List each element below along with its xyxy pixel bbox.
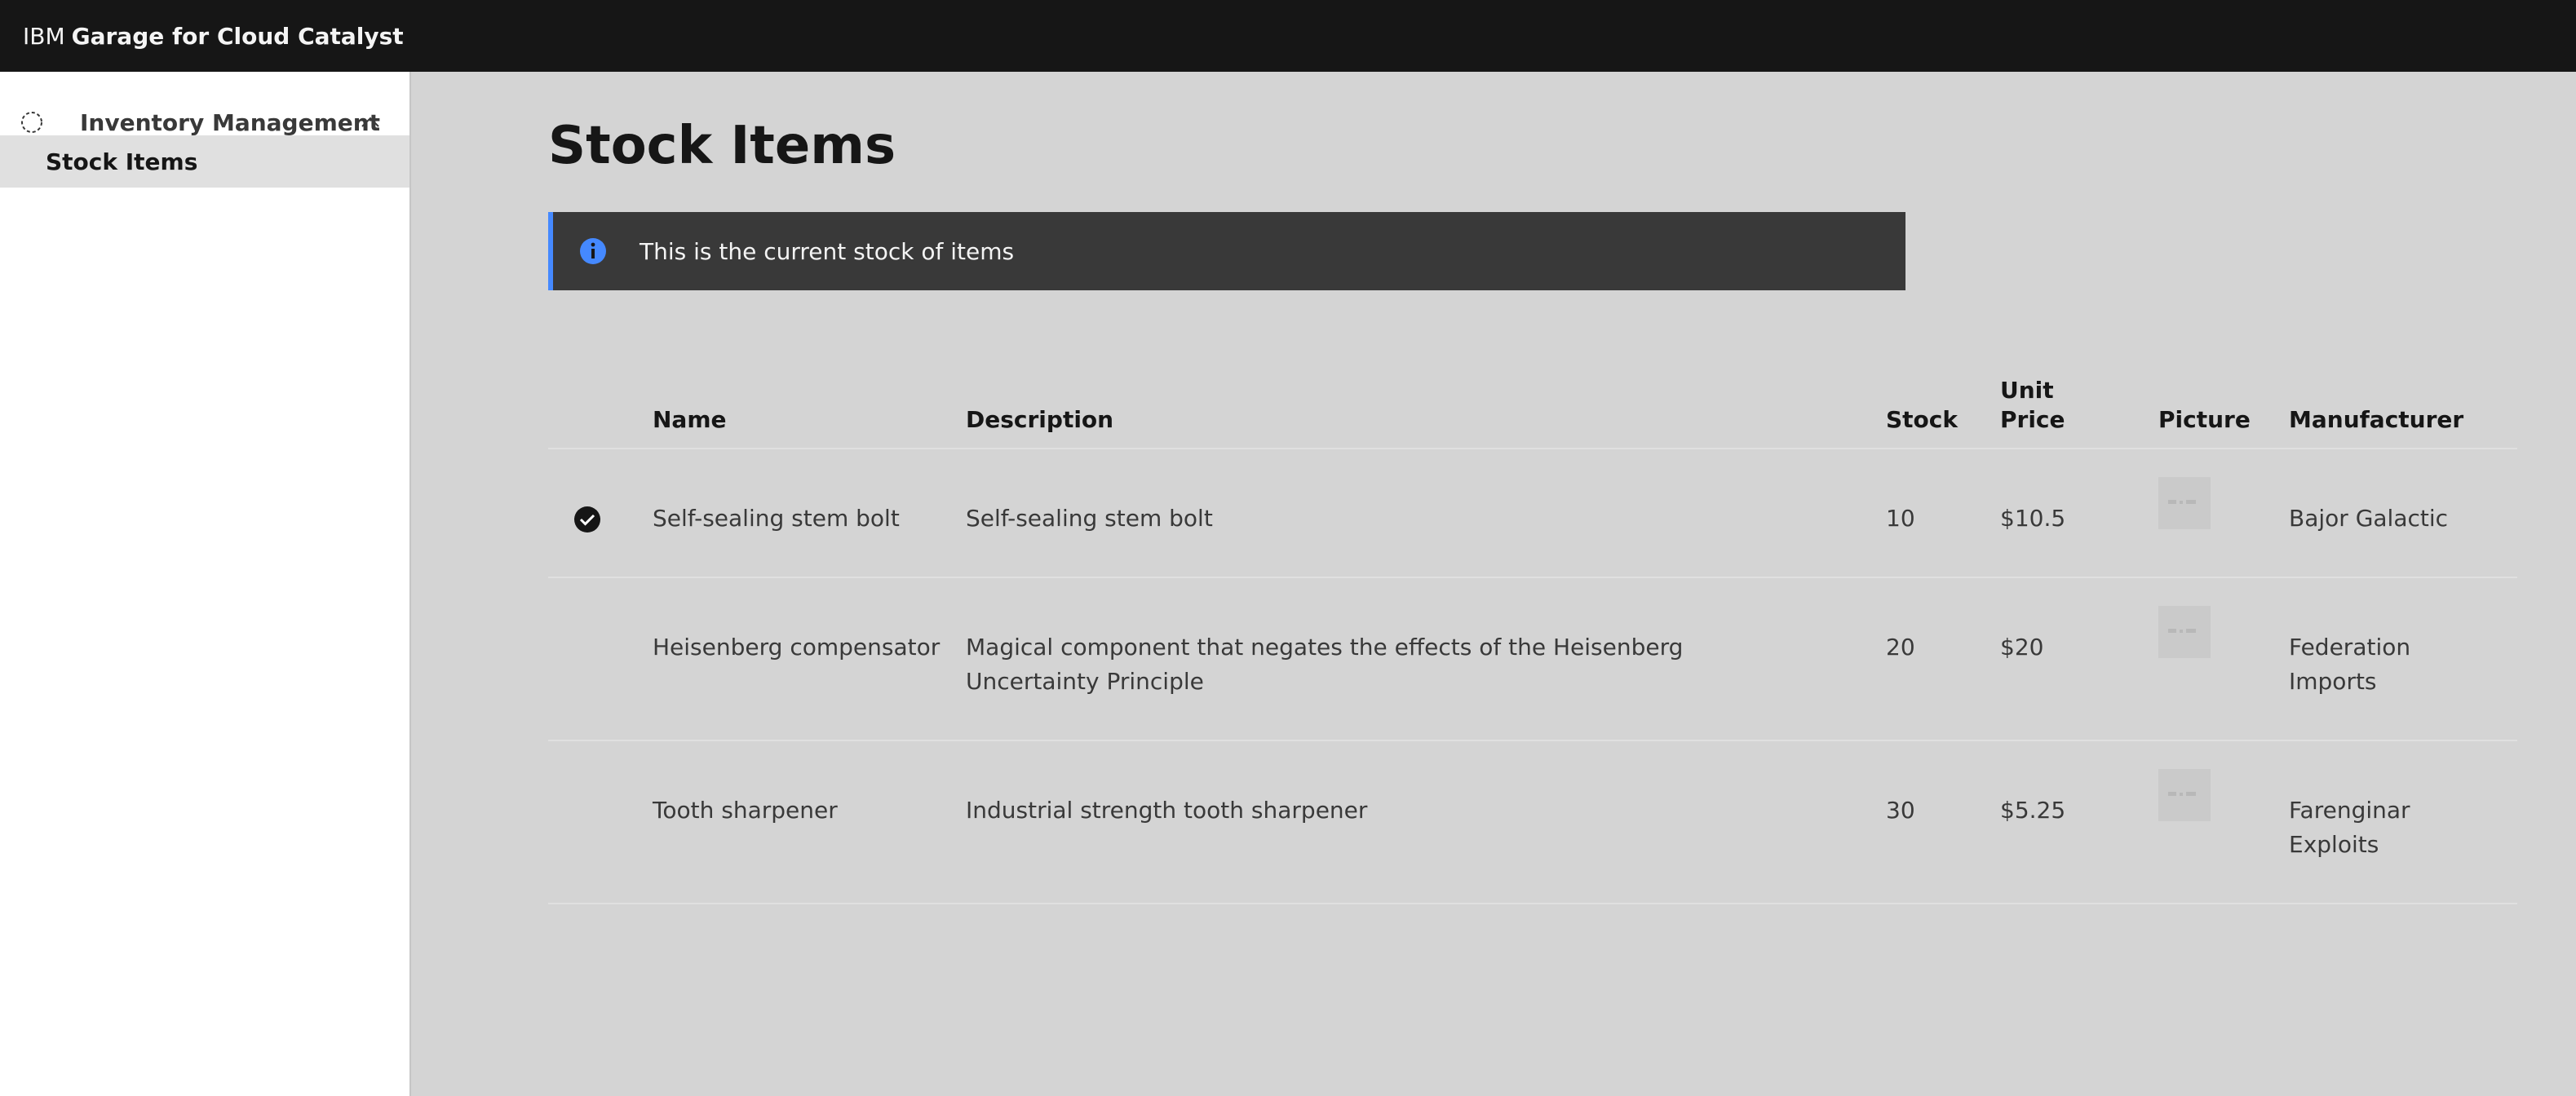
- row-select-cell[interactable]: [548, 577, 653, 741]
- cell-description: Self-sealing stem bolt: [966, 449, 1886, 578]
- cell-manufacturer: Bajor Galactic: [2289, 449, 2517, 578]
- cell-unit-price: $10.5: [2000, 449, 2158, 578]
- cell-manufacturer-text: Federation Imports: [2289, 634, 2411, 695]
- cell-unit-price: $20: [2000, 577, 2158, 741]
- cell-description: Industrial strength tooth sharpener: [966, 740, 1886, 904]
- header-manufacturer[interactable]: Manufacturer: [2289, 370, 2517, 449]
- row-select-cell[interactable]: [548, 449, 653, 578]
- cell-name: Heisenberg compensator: [653, 577, 966, 741]
- table-row[interactable]: Self-sealing stem bolt Self-sealing stem…: [548, 449, 2517, 578]
- checkmark-filled-icon[interactable]: [573, 505, 602, 534]
- app-header: IBM Garage for Cloud Catalyst: [0, 0, 2576, 72]
- table-row[interactable]: Heisenberg compensator Magical component…: [548, 577, 2517, 741]
- table-row[interactable]: Tooth sharpener Industrial strength toot…: [548, 740, 2517, 904]
- header-select: [548, 370, 653, 449]
- cell-stock: 30: [1886, 740, 2000, 904]
- cell-description-text: Magical component that negates the effec…: [966, 634, 1684, 695]
- side-nav: Inventory Management Stock Items: [0, 72, 411, 1096]
- header-stock[interactable]: Stock: [1886, 370, 2000, 449]
- brand-name[interactable]: Garage for Cloud Catalyst: [72, 23, 404, 50]
- cell-stock: 20: [1886, 577, 2000, 741]
- cell-description: Magical component that negates the effec…: [966, 577, 1886, 741]
- main-content: Stock Items This is the current stock of…: [548, 72, 2519, 1096]
- cell-manufacturer: Federation Imports: [2289, 577, 2517, 741]
- notification-text: This is the current stock of items: [640, 237, 1015, 265]
- image-placeholder-icon: [2168, 500, 2196, 504]
- header-picture[interactable]: Picture: [2158, 370, 2289, 449]
- cell-name: Tooth sharpener: [653, 740, 966, 904]
- brand-prefix[interactable]: IBM: [23, 23, 65, 50]
- loading-spinner-icon: [21, 112, 42, 133]
- nav-group-inventory-management[interactable]: Inventory Management: [0, 83, 409, 161]
- item-picture-thumbnail[interactable]: [2158, 769, 2211, 821]
- item-picture-thumbnail[interactable]: [2158, 477, 2211, 529]
- cell-stock: 10: [1886, 449, 2000, 578]
- info-notification: This is the current stock of items: [548, 212, 1905, 290]
- table-header-row: Name Description Stock Unit Price Pictur…: [548, 370, 2517, 449]
- nav-group-label: Inventory Management: [80, 108, 381, 136]
- info-icon: [580, 238, 606, 264]
- cell-manufacturer: Farenginar Exploits: [2289, 740, 2517, 904]
- header-description[interactable]: Description: [966, 370, 1886, 449]
- cell-picture: [2158, 740, 2289, 904]
- image-placeholder-icon: [2168, 792, 2196, 796]
- cell-manufacturer-text: Farenginar Exploits: [2289, 797, 2410, 858]
- cell-name: Self-sealing stem bolt: [653, 449, 966, 578]
- cell-unit-price: $5.25: [2000, 740, 2158, 904]
- header-unit-price-label: Unit Price: [2000, 377, 2065, 433]
- item-picture-thumbnail[interactable]: [2158, 606, 2211, 658]
- image-placeholder-icon: [2168, 629, 2196, 633]
- header-unit-price[interactable]: Unit Price: [2000, 370, 2158, 449]
- chevron-up-icon[interactable]: [359, 111, 382, 134]
- cell-picture: [2158, 449, 2289, 578]
- page-title: Stock Items: [548, 116, 896, 176]
- row-select-cell[interactable]: [548, 740, 653, 904]
- header-name[interactable]: Name: [653, 370, 966, 449]
- cell-picture: [2158, 577, 2289, 741]
- stock-items-table: Name Description Stock Unit Price Pictur…: [548, 370, 2517, 904]
